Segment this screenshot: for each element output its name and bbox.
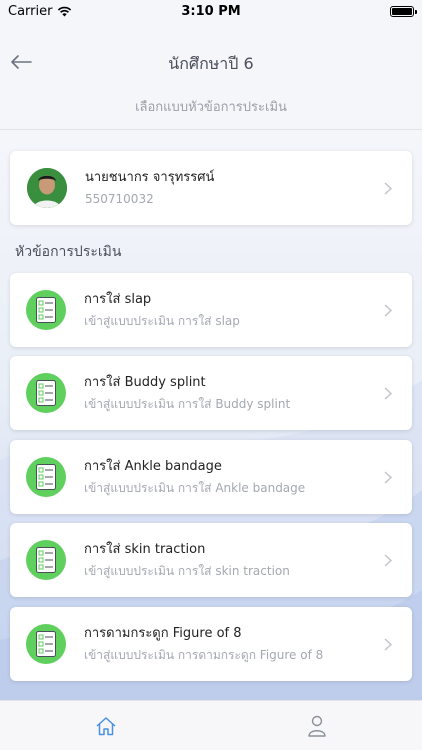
student-card[interactable]: นายชนากร จารุทรรศน์ 550710032 (10, 151, 412, 225)
navigation-bar: นักศึกษาปี 6 เลือกแบบหัวข้อการประเมิน (0, 22, 422, 130)
evaluation-item-text: การใส่ Ankle bandage เข้าสู่แบบประเมิน กา… (84, 458, 378, 497)
evaluation-item[interactable]: การใส่ skin traction เข้าสู่แบบประเมิน กา… (10, 523, 412, 597)
evaluation-item-text: การดามกระดูก Figure of 8 เข้าสู่แบบประเมิ… (84, 625, 378, 664)
evaluation-item-text: การใส่ slap เข้าสู่แบบประเมิน การใส่ slap (84, 291, 378, 330)
battery-icon (390, 5, 417, 17)
tab-bar (0, 700, 422, 750)
evaluation-item-subtitle: เข้าสู่แบบประเมิน การใส่ Ankle bandage (84, 480, 306, 495)
student-id: 550710032 (85, 191, 154, 206)
page-title: นักศึกษาปี 6 (168, 54, 254, 73)
section-label: หัวข้อการประเมิน (15, 244, 122, 260)
evaluation-item-subtitle: เข้าสู่แบบประเมิน การใส่ slap (84, 313, 240, 328)
evaluation-item-title: การใส่ skin traction (84, 541, 206, 557)
checklist-icon (26, 540, 66, 580)
evaluation-item-title: การใส่ Ankle bandage (84, 458, 222, 474)
main-content: นายชนากร จารุทรรศน์ 550710032 หัวข้อการป… (0, 130, 422, 700)
profile-icon (307, 715, 326, 737)
status-time: 3:10 PM (181, 3, 241, 19)
evaluation-item[interactable]: การใส่ slap เข้าสู่แบบประเมิน การใส่ slap (10, 273, 412, 347)
student-info: นายชนากร จารุทรรศน์ 550710032 (85, 169, 378, 208)
evaluation-item-title: การใส่ slap (84, 291, 152, 307)
chevron-right-icon (378, 303, 398, 317)
tab-profile[interactable] (211, 701, 422, 750)
chevron-right-icon (378, 470, 398, 484)
checklist-icon (26, 624, 66, 664)
chevron-right-icon (378, 637, 398, 651)
status-bar: Carrier 3:10 PM (0, 0, 422, 22)
evaluation-item-subtitle: เข้าสู่แบบประเมิน การใส่ skin traction (84, 563, 290, 578)
evaluation-item-text: การใส่ skin traction เข้าสู่แบบประเมิน กา… (84, 541, 378, 580)
home-icon (96, 716, 115, 735)
evaluation-item-subtitle: เข้าสู่แบบประเมิน การใส่ Buddy splint (84, 396, 291, 411)
student-name: นายชนากร จารุทรรศน์ (85, 169, 215, 185)
checklist-icon (26, 290, 66, 330)
page-subtitle: เลือกแบบหัวข้อการประเมิน (135, 100, 287, 115)
avatar (27, 168, 67, 208)
evaluation-item[interactable]: การใส่ Ankle bandage เข้าสู่แบบประเมิน กา… (10, 440, 412, 514)
evaluation-item-title: การดามกระดูก Figure of 8 (84, 625, 242, 641)
evaluation-item-text: การใส่ Buddy splint เข้าสู่แบบประเมิน การ… (84, 374, 378, 413)
chevron-right-icon (378, 386, 398, 400)
evaluation-item-subtitle: เข้าสู่แบบประเมิน การดามกระดูก Figure of… (84, 647, 324, 662)
evaluation-item[interactable]: การใส่ Buddy splint เข้าสู่แบบประเมิน การ… (10, 356, 412, 430)
chevron-right-icon (378, 181, 398, 195)
checklist-icon (26, 373, 66, 413)
evaluation-item[interactable]: การดามกระดูก Figure of 8 เข้าสู่แบบประเมิ… (10, 607, 412, 681)
evaluation-item-title: การใส่ Buddy splint (84, 374, 206, 390)
chevron-right-icon (378, 553, 398, 567)
tab-home[interactable] (0, 701, 211, 750)
checklist-icon (26, 457, 66, 497)
